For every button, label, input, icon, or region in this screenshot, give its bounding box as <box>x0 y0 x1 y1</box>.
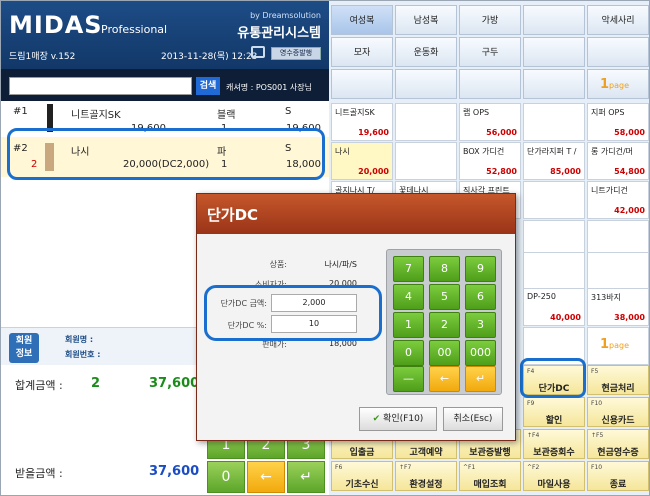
minus-key[interactable]: — <box>393 366 424 392</box>
category-tab[interactable]: 가방 <box>459 5 521 35</box>
product-button[interactable]: BOX 가디건 52,800 <box>459 142 521 180</box>
product-button[interactable]: 롱 가디건/머 54,800 <box>587 142 649 180</box>
confirm-button[interactable]: ✔ 확인(F10) <box>359 407 437 431</box>
backspace-key[interactable]: ← <box>247 461 285 493</box>
product-button[interactable] <box>587 252 649 290</box>
mileage-use-button[interactable]: ^F2 마일사용 <box>523 461 585 491</box>
cashier-label: 캐셔명 : POS001 사장님 <box>226 83 312 92</box>
total-qty: 2 <box>91 376 101 391</box>
key-6[interactable]: 6 <box>465 284 496 310</box>
category-tab[interactable] <box>459 69 521 99</box>
page-indicator: 1page <box>600 337 630 352</box>
item-color: 블랙 <box>217 110 236 121</box>
key-8[interactable]: 8 <box>429 256 460 282</box>
key-000[interactable]: 000 <box>465 340 496 366</box>
key-4[interactable]: 4 <box>393 284 424 310</box>
maker-label: by Dreamsolution <box>250 11 321 20</box>
key-00[interactable]: 00 <box>429 340 460 366</box>
store-label: 드림1매장 v.152 <box>9 52 76 62</box>
item-size: S <box>285 106 292 117</box>
category-tab[interactable]: 악세사리 <box>587 5 649 35</box>
total-row: 합계금액 : 2 37,600 <box>1 371 201 395</box>
pos-window: MIDAS Professional by Dreamsolution 유통관리… <box>0 0 650 496</box>
check-icon: ✔ <box>372 414 381 424</box>
category-tab[interactable] <box>331 69 393 99</box>
credit-card-button[interactable]: F10 신용카드 <box>587 397 649 427</box>
system-title: 유통관리시스템 <box>237 26 321 41</box>
key-9[interactable]: 9 <box>465 256 496 282</box>
member-name-label: 회원명 : <box>65 335 94 344</box>
total-label: 합계금액 : <box>15 379 63 392</box>
item-number: #1 <box>13 106 28 117</box>
product-button[interactable]: 313바지 38,000 <box>587 288 649 326</box>
dialog-title: 단가DC <box>207 206 259 224</box>
key-0[interactable]: 0 <box>393 340 424 366</box>
received-amount: 37,600 <box>149 464 200 479</box>
product-button[interactable] <box>523 103 585 141</box>
key-0[interactable]: 0 <box>207 461 245 493</box>
search-bar: 검색 캐셔명 : POS001 사장님 <box>1 69 329 101</box>
page-indicator: 1page <box>600 77 630 92</box>
logo: MIDAS <box>9 11 103 39</box>
dialog-keypad: 7 8 9 4 5 6 1 2 3 0 00 000 — ← ↵ <box>386 249 502 395</box>
dialog-header: 단가DC <box>197 194 515 234</box>
product-button[interactable] <box>395 103 457 141</box>
product-button[interactable]: 단가라지퍼 T /85,000 <box>523 142 585 180</box>
purchase-inquiry-button[interactable]: ^F1 매입조회 <box>459 461 521 491</box>
product-button[interactable] <box>523 181 585 219</box>
received-label: 받을금액 : <box>15 467 63 480</box>
exit-button[interactable]: F10 종료 <box>587 461 649 491</box>
enter-key[interactable]: ↵ <box>465 366 496 392</box>
product-button[interactable]: 랩 OPS 56,000 <box>459 103 521 141</box>
product-button[interactable]: 나시 20,000 <box>331 142 393 180</box>
product-button[interactable]: DP-250 40,000 <box>523 288 585 326</box>
discount-button[interactable]: F9 할인 <box>523 397 585 427</box>
category-tab[interactable]: 모자 <box>331 37 393 67</box>
search-input[interactable] <box>9 77 192 95</box>
item-name: 니트골지SK <box>71 110 121 121</box>
environment-settings-button[interactable]: ↑F7 환경설정 <box>395 461 457 491</box>
product-button[interactable]: 니트골지SK 19,600 <box>331 103 393 141</box>
key-7[interactable]: 7 <box>393 256 424 282</box>
category-tab[interactable]: 운동화 <box>395 37 457 67</box>
category-tab[interactable] <box>523 69 585 99</box>
product-button[interactable] <box>395 142 457 180</box>
highlight-outline <box>7 128 325 180</box>
member-info-badge[interactable]: 회원 정보 <box>9 333 39 363</box>
category-tab[interactable] <box>523 37 585 67</box>
member-number-label: 회원번호 : <box>65 350 101 359</box>
category-tab[interactable]: 남성복 <box>395 5 457 35</box>
category-tab[interactable] <box>523 5 585 35</box>
key-3[interactable]: 3 <box>465 312 496 338</box>
category-tab[interactable] <box>395 69 457 99</box>
cancel-button[interactable]: 취소(Esc) <box>443 407 503 431</box>
received-row: 받을금액 : 37,600 <box>1 459 201 483</box>
backspace-key[interactable]: ← <box>429 366 460 392</box>
storage-collect-button[interactable]: ↑F4 보관증회수 <box>523 429 585 459</box>
category-tab[interactable]: 여성복 <box>331 5 393 35</box>
enter-key[interactable]: ↵ <box>287 461 325 493</box>
product-button[interactable]: 지퍼 OPS 58,000 <box>587 103 649 141</box>
category-tab[interactable]: 구두 <box>459 37 521 67</box>
highlight-outline <box>204 285 382 341</box>
key-1[interactable]: 1 <box>393 312 424 338</box>
monitor-icon[interactable] <box>251 46 265 58</box>
receipt-issue-button[interactable]: 영수증발행 <box>271 47 321 60</box>
key-2[interactable]: 2 <box>429 312 460 338</box>
key-5[interactable]: 5 <box>429 284 460 310</box>
search-button[interactable]: 검색 <box>196 77 220 95</box>
product-button[interactable] <box>523 252 585 290</box>
category-tab[interactable] <box>587 37 649 67</box>
highlight-outline <box>520 358 586 398</box>
cash-receipt-button[interactable]: ↑F5 현금영수증 <box>587 429 649 459</box>
app-header: MIDAS Professional by Dreamsolution 유통관리… <box>1 1 329 69</box>
product-value: 나시/파/S <box>324 260 357 269</box>
datetime-label: 2013-11-28(목) 12:23 <box>161 52 258 62</box>
product-button[interactable]: 니트가디건 42,000 <box>587 181 649 219</box>
total-amount: 37,600 <box>149 376 200 391</box>
logo-subtitle: Professional <box>101 23 168 36</box>
cash-process-button[interactable]: F5 현금처리 <box>587 365 649 395</box>
basic-settings-button[interactable]: F6 기초수신 <box>331 461 393 491</box>
